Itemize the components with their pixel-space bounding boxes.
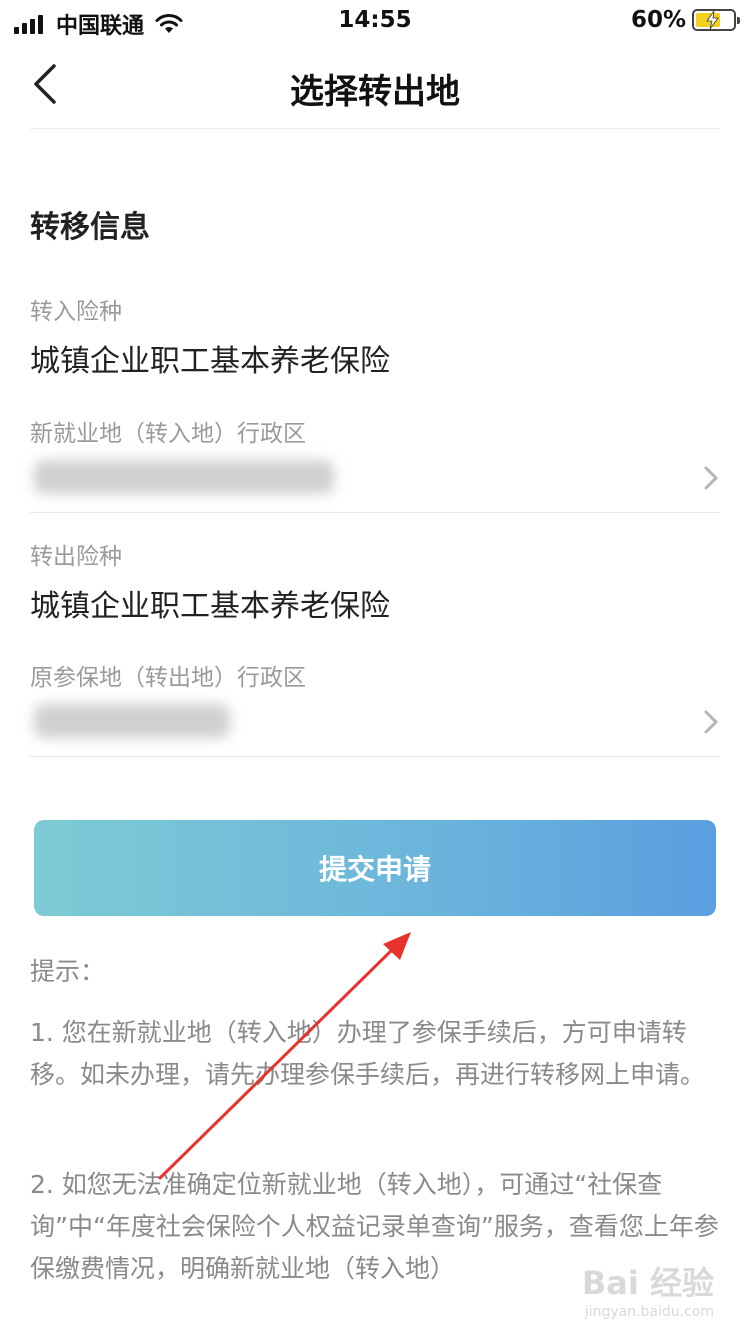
nav-bar: 选择转出地: [0, 52, 750, 118]
chevron-right-icon: [704, 466, 718, 490]
field-value-insurance-in: 城镇企业职工基本养老保险: [30, 344, 390, 379]
tips-title: 提示：: [30, 957, 106, 986]
submit-application-button[interactable]: 提交申请: [34, 820, 716, 916]
transfer-page: 中国联通 14:55 60% 选择转出地 转移信息 转入险种 城镇企业职工基本养…: [0, 0, 750, 1334]
chevron-right-icon: [704, 710, 718, 734]
section-title: 转移信息: [30, 210, 150, 245]
battery-percent: 60%: [630, 7, 686, 33]
page-title: 选择转出地: [290, 72, 460, 112]
new-region-value-blurred: [34, 460, 334, 494]
status-right: 60%: [630, 7, 740, 33]
original-region-value-blurred: [34, 704, 230, 738]
status-bar: 中国联通 14:55 60%: [0, 0, 750, 44]
watermark-url: jingyan.baidu.com: [584, 1304, 714, 1320]
nav-divider: [30, 128, 720, 129]
row-divider: [30, 756, 720, 757]
watermark-logo-text: Bai 经验: [581, 1264, 714, 1302]
field-label-new-region: 新就业地（转入地）行政区: [30, 421, 306, 447]
field-label-original-region: 原参保地（转出地）行政区: [30, 665, 306, 691]
field-label-insurance-in: 转入险种: [30, 299, 122, 325]
tip-item: 1. 您在新就业地（转入地）办理了参保手续后，方可申请转移。如未办理，请先办理参…: [30, 1018, 706, 1089]
field-value-insurance-out: 城镇企业职工基本养老保险: [30, 589, 390, 624]
battery-charging-icon: [692, 9, 740, 31]
baidu-watermark: Bai 经验 jingyan.baidu.com: [582, 1258, 714, 1320]
row-divider: [30, 512, 720, 513]
field-label-insurance-out: 转出险种: [30, 544, 122, 570]
